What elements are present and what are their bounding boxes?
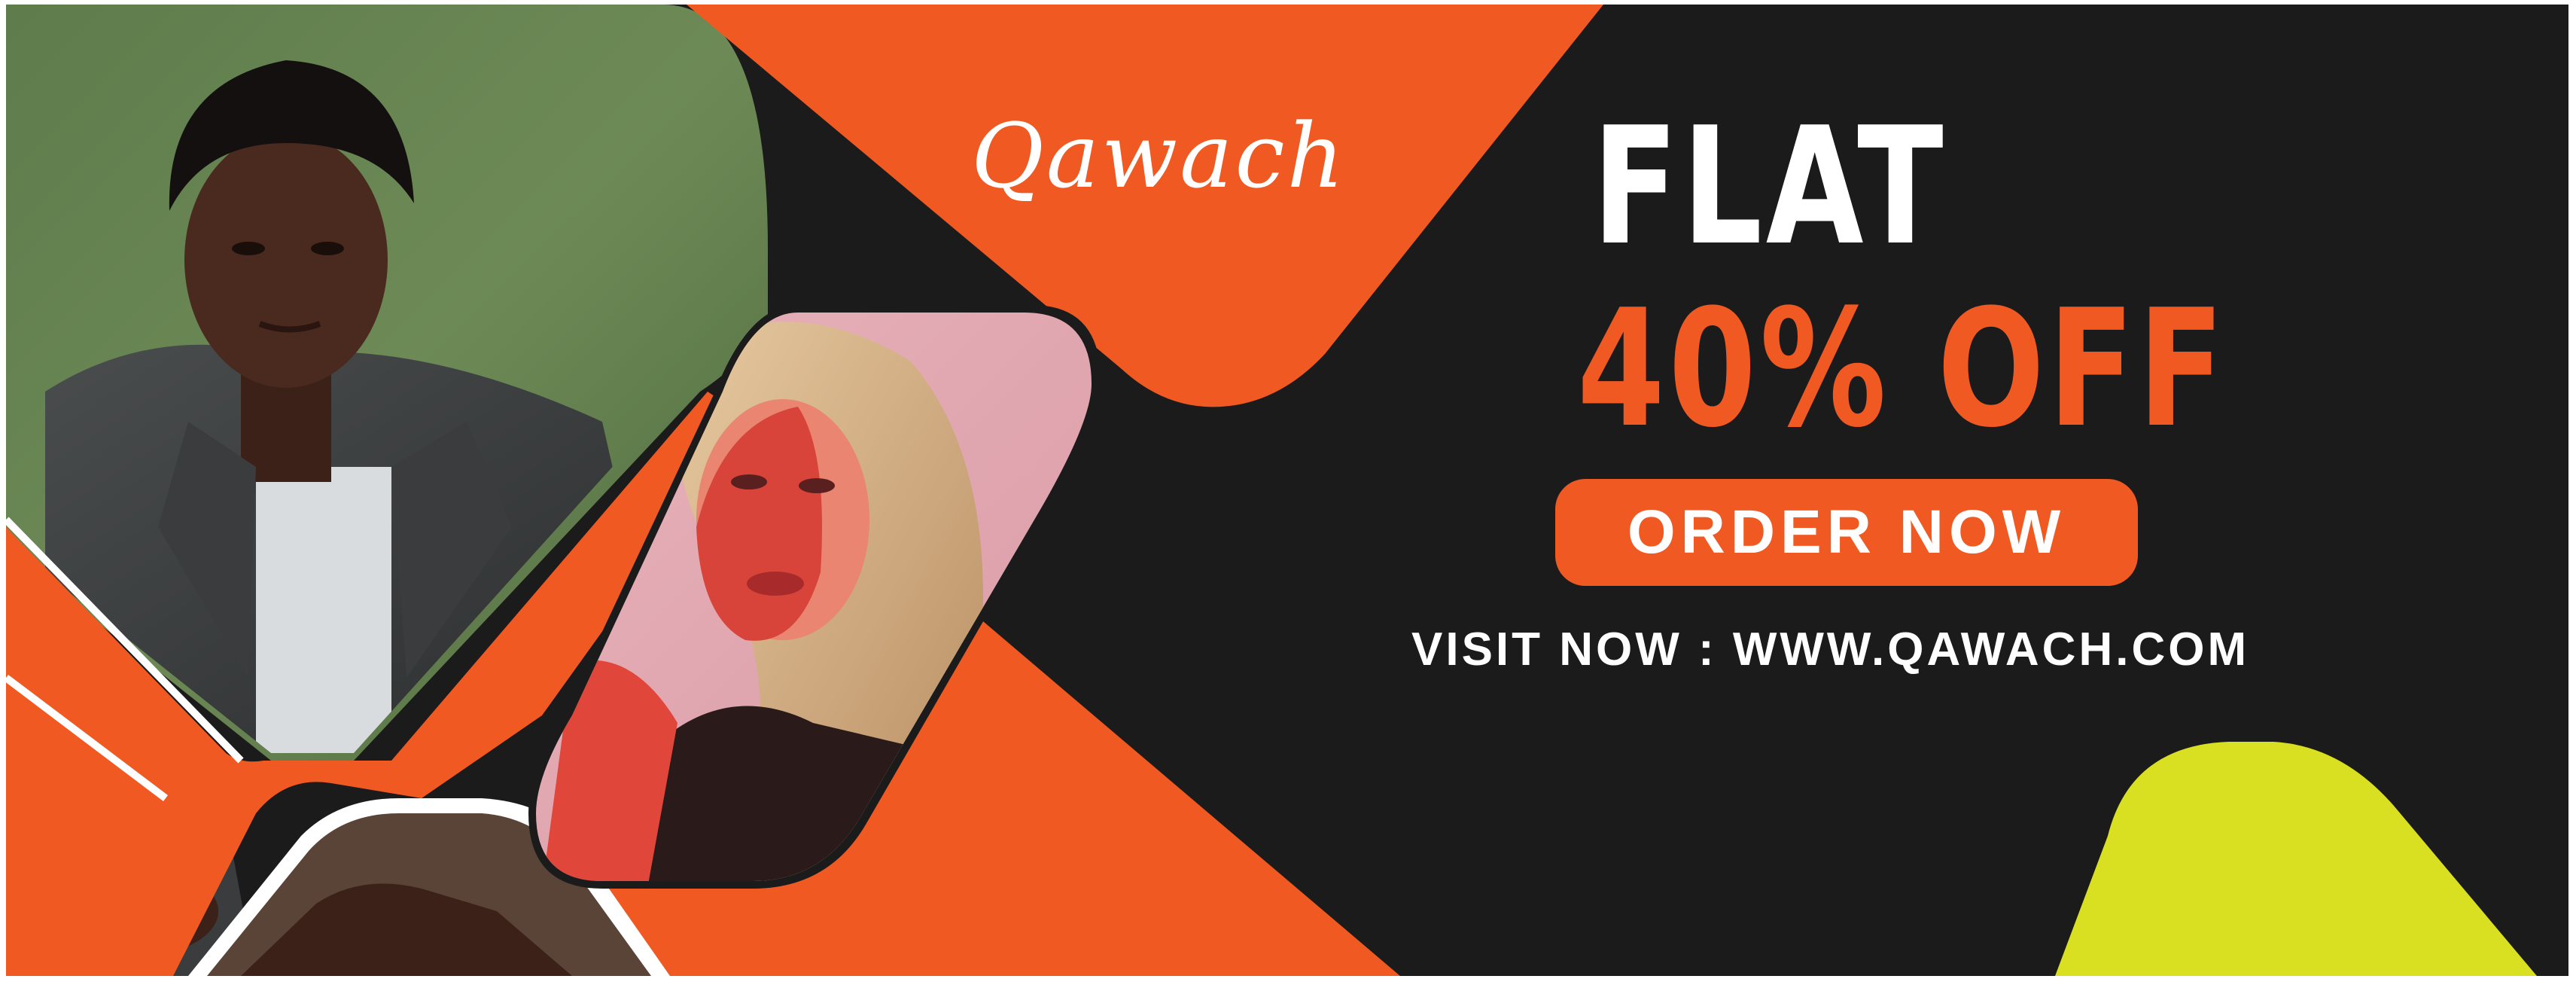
promo-banner: Qawach FLAT 40% OFF ORDER NOW VISIT NOW … <box>0 0 2576 985</box>
discount-text: 40% OFF <box>1577 274 2228 463</box>
brand-logo-text: Qawach <box>971 104 1347 208</box>
order-now-button[interactable]: ORDER NOW <box>1555 479 2138 586</box>
promo-headline: FLAT <box>1592 92 1947 281</box>
visit-website-text: VISIT NOW : WWW.QAWACH.COM <box>1411 624 2250 675</box>
